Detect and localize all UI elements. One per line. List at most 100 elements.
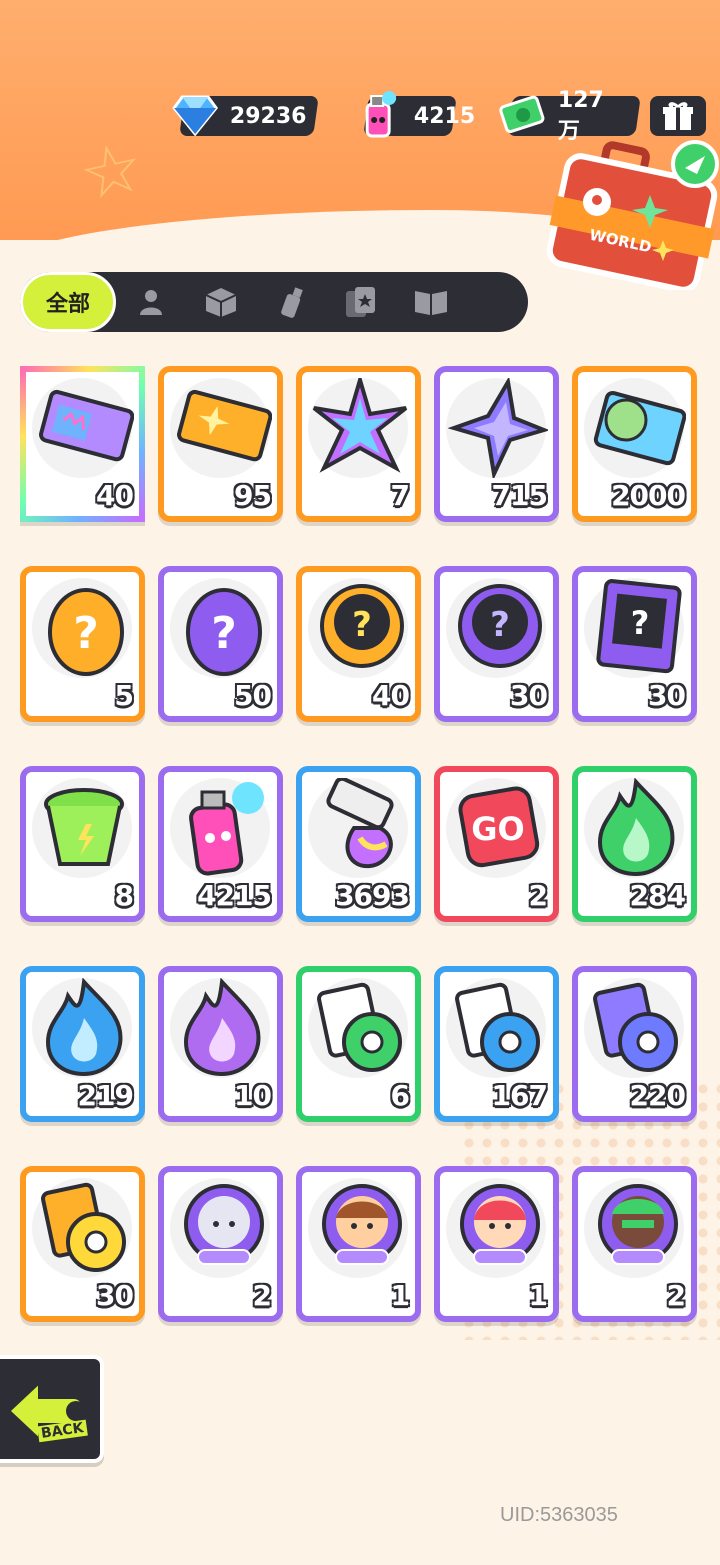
item-card-green-tape-card[interactable]: 6 — [296, 966, 421, 1122]
spray-can-icon — [352, 88, 406, 142]
purple-star-crystal-icon — [448, 378, 548, 478]
item-count: 8 — [114, 879, 135, 912]
item-count: 715 — [491, 479, 548, 512]
item-card-spray-can[interactable]: 4215 — [158, 766, 283, 922]
diamond-currency[interactable]: 29236 — [172, 95, 319, 136]
gift-box-button[interactable] — [650, 96, 706, 136]
green-tape-card-icon — [317, 982, 402, 1072]
svg-text:?: ? — [73, 608, 99, 659]
gift-box-icon — [663, 102, 693, 130]
item-count: 50 — [234, 679, 272, 712]
item-count: 7 — [390, 479, 411, 512]
item-count: 30 — [648, 679, 686, 712]
purple-mystery-egg-icon: ? — [186, 588, 262, 676]
item-count: 4215 — [197, 879, 272, 912]
item-count: 40 — [372, 679, 410, 712]
item-card-gold-ticket[interactable]: 95 — [158, 366, 283, 522]
item-count: 219 — [77, 1079, 134, 1112]
item-card-red-go-dice[interactable]: GO 2 — [434, 766, 559, 922]
deity-avatar-icon — [322, 1184, 402, 1265]
item-count: 2 — [252, 1279, 273, 1312]
tab-albums[interactable] — [396, 272, 466, 332]
item-count: 30 — [96, 1279, 134, 1312]
category-tab-bar: 全部 — [20, 272, 528, 332]
item-card-orange-mystery-egg[interactable]: ? 5 — [20, 566, 145, 722]
item-grid: 40 95 7 715 2000 ? 5 ? 50 ? 40 ? 30 ? 30… — [20, 366, 697, 1322]
item-card-travel-mystery-card[interactable]: ? 30 — [572, 566, 697, 722]
tab-characters[interactable] — [116, 272, 186, 332]
green-flame-icon — [597, 778, 675, 877]
item-card-purple-star-crystal[interactable]: 715 — [434, 366, 559, 522]
box-icon — [205, 288, 237, 317]
svg-text:?: ? — [352, 605, 372, 645]
tab-all[interactable]: 全部 — [20, 272, 116, 332]
item-card-green-drink-cup[interactable]: 8 — [20, 766, 145, 922]
item-card-rainbow-ticket[interactable]: 40 — [20, 366, 145, 522]
item-card-purple-mystery-egg[interactable]: ? 50 — [158, 566, 283, 722]
svg-text:GO: GO — [471, 810, 524, 848]
item-card-season-ticket[interactable]: 2000 — [572, 366, 697, 522]
rainbow-star-crystal-icon — [312, 378, 408, 473]
diamond-count: 29236 — [230, 103, 307, 129]
item-card-blue-flame[interactable]: 219 — [20, 966, 145, 1122]
world-suitcase-button[interactable]: WORLD — [545, 140, 720, 293]
gold-deity-badge-icon: ? — [320, 584, 404, 668]
orange-mystery-egg-icon: ? — [48, 588, 124, 676]
gold-ticket-icon — [177, 389, 272, 462]
deity-avatar-icon — [598, 1184, 678, 1265]
item-count: 167 — [491, 1079, 548, 1112]
item-card-gold-deity-mystery-badge[interactable]: ? 40 — [296, 566, 421, 722]
purple-deity-badge-icon: ? — [458, 584, 542, 668]
item-card-deity-avatar-silver[interactable]: 2 — [158, 1166, 283, 1322]
blue-tape-card-icon — [455, 982, 540, 1072]
purple-tape-card-icon — [593, 982, 678, 1072]
season-ticket-icon — [593, 390, 686, 466]
spray-currency[interactable]: 4215 — [363, 91, 475, 138]
diamond-icon — [168, 88, 222, 142]
user-id: UID:5363035 — [500, 1504, 618, 1526]
svg-text:?: ? — [211, 608, 237, 659]
item-card-deity-avatar-brown[interactable]: 1 — [296, 1166, 421, 1322]
item-count: 2 — [666, 1279, 687, 1312]
red-dice-icon: GO — [458, 786, 540, 868]
item-card-gold-tape-card[interactable]: 30 — [20, 1166, 145, 1322]
svg-text:?: ? — [490, 605, 510, 645]
tab-all-label: 全部 — [45, 292, 90, 317]
tab-cards[interactable] — [326, 272, 396, 332]
item-card-paint-tube[interactable]: 3693 — [296, 766, 421, 922]
item-count: 5 — [114, 679, 135, 712]
spray-count: 4215 — [414, 103, 476, 129]
deity-avatar-icon — [460, 1184, 540, 1265]
item-card-rainbow-star-crystal[interactable]: 7 — [296, 366, 421, 522]
back-button[interactable]: BACK — [0, 1355, 104, 1463]
item-count: 95 — [234, 479, 272, 512]
item-count: 6 — [390, 1079, 411, 1112]
item-card-blue-tape-card[interactable]: 167 — [434, 966, 559, 1122]
cash-currency[interactable]: 127万 — [499, 88, 641, 144]
item-card-green-flame[interactable]: 284 — [572, 766, 697, 922]
paint-tube-icon — [326, 778, 394, 869]
back-arrow-icon — [5, 1376, 87, 1446]
gold-tape-card-icon — [41, 1182, 126, 1272]
deity-avatar-icon — [184, 1184, 264, 1265]
tab-sprays[interactable] — [256, 272, 326, 332]
item-card-deity-avatar-green[interactable]: 2 — [572, 1166, 697, 1322]
item-count: 220 — [629, 1079, 686, 1112]
tab-boxes[interactable] — [186, 272, 256, 332]
rainbow-ticket-icon — [39, 389, 134, 462]
item-card-purple-flame[interactable]: 10 — [158, 966, 283, 1122]
spray-can-item-icon — [189, 782, 264, 876]
item-card-purple-deity-mystery-badge[interactable]: ? 30 — [434, 566, 559, 722]
item-card-purple-tape-card[interactable]: 220 — [572, 966, 697, 1122]
blue-flame-icon — [45, 978, 123, 1077]
travel-mystery-card-icon: ? — [596, 579, 682, 674]
item-count: 30 — [510, 679, 548, 712]
card-icon — [346, 287, 375, 317]
cash-icon — [496, 88, 550, 142]
person-icon — [140, 290, 162, 315]
item-count: 3693 — [335, 879, 410, 912]
spray-icon — [281, 287, 303, 318]
item-card-deity-avatar-red[interactable]: 1 — [434, 1166, 559, 1322]
item-count: 10 — [234, 1079, 272, 1112]
item-count: 2 — [528, 879, 549, 912]
